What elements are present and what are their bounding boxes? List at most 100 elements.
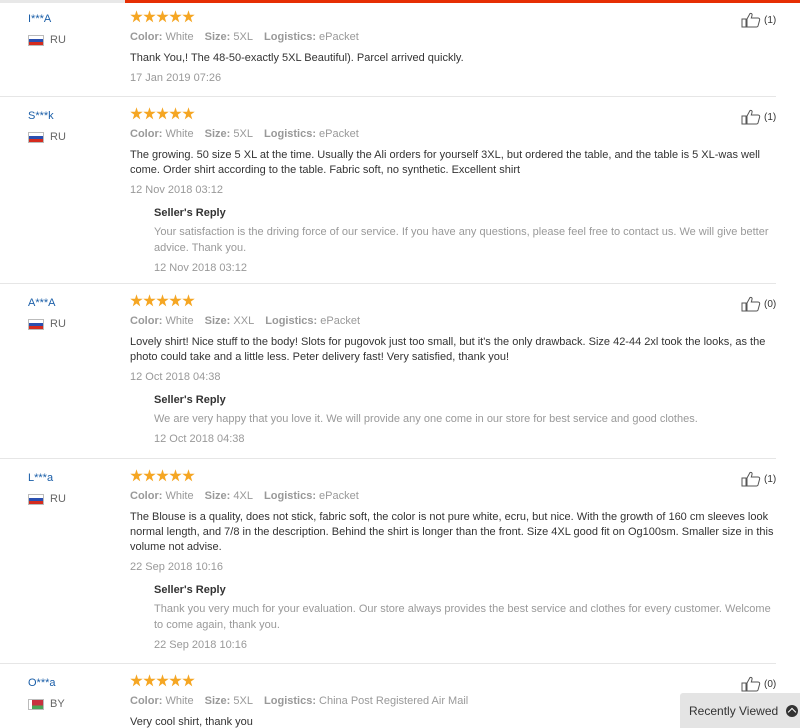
logistics-label: Logistics: (264, 695, 316, 707)
reviewer-name[interactable]: O***a (28, 676, 118, 690)
seller-reply-title: Seller's Reply (154, 207, 226, 219)
star-icon (156, 469, 169, 482)
chevron-up-circle-icon (786, 704, 799, 717)
review-text: The growing. 50 size 5 XL at the time. U… (130, 149, 760, 176)
star-icon (182, 294, 195, 307)
logistics-label: Logistics: (264, 128, 316, 140)
review-text: Lovely shirt! Nice stuff to the body! Sl… (130, 336, 766, 363)
recently-viewed-button[interactable]: Recently Viewed (680, 693, 800, 728)
logistics-label: Logistics: (264, 31, 316, 43)
star-icon (143, 107, 156, 120)
logistics-label: Logistics: (264, 490, 316, 502)
color-value: White (165, 315, 194, 327)
size-label: Size: (204, 695, 231, 707)
color-value: White (165, 31, 194, 43)
review-date: 12 Nov 2018 03:12 (130, 184, 223, 196)
logistics-value: ePacket (319, 490, 359, 502)
star-rating (130, 294, 776, 308)
review-list: I***A RU Color: White Size: 5XL Logistic… (0, 0, 800, 728)
size-label: Size: (204, 31, 231, 43)
star-rating (130, 10, 776, 24)
order-attributes: Color: White Size: 4XL Logistics: ePacke… (130, 489, 776, 503)
country-flag-icon (28, 131, 44, 143)
logistics-value: ePacket (319, 31, 359, 43)
star-icon (182, 469, 195, 482)
star-icon (169, 10, 182, 23)
reviewer-name[interactable]: A***A (28, 296, 118, 310)
size-value: 5XL (233, 695, 253, 707)
reviewer-info: A***A RU (28, 296, 118, 330)
helpful-button[interactable]: (1) (741, 109, 776, 125)
color-value: White (165, 490, 194, 502)
size-value: 4XL (233, 490, 253, 502)
star-icon (143, 294, 156, 307)
reviewer-info: I***A RU (28, 12, 118, 46)
seller-reply-title: Seller's Reply (154, 584, 226, 596)
helpful-button[interactable]: (0) (741, 676, 776, 692)
review-content: Color: White Size: 5XL Logistics: ePacke… (130, 10, 776, 85)
reviewer-name[interactable]: L***a (28, 471, 118, 485)
size-value: XXL (233, 315, 255, 327)
helpful-button[interactable]: (1) (741, 471, 776, 487)
order-attributes: Color: White Size: 5XL Logistics: ePacke… (130, 127, 776, 141)
helpful-count: (0) (764, 298, 777, 310)
star-icon (182, 674, 195, 687)
reviewer-name[interactable]: S***k (28, 109, 118, 123)
reviewer-name[interactable]: I***A (28, 12, 118, 26)
seller-reply-date: 12 Oct 2018 04:38 (154, 433, 245, 445)
helpful-count: (1) (764, 111, 777, 123)
logistics-value: China Post Registered Air Mail (319, 695, 469, 707)
seller-reply: Seller's Reply Your satisfaction is the … (154, 206, 776, 275)
star-icon (169, 107, 182, 120)
reviewer-country: RU (28, 34, 118, 46)
review-item: A***A RU Color: White Size: XXL Logistic… (0, 284, 776, 459)
star-icon (169, 294, 182, 307)
helpful-button[interactable]: (0) (741, 296, 776, 312)
country-code: RU (50, 34, 66, 46)
star-icon (130, 294, 143, 307)
star-icon (130, 674, 143, 687)
star-icon (156, 10, 169, 23)
helpful-count: (1) (764, 14, 777, 26)
star-icon (156, 294, 169, 307)
review-item: I***A RU Color: White Size: 5XL Logistic… (0, 0, 776, 97)
thumbs-up-icon (741, 109, 761, 125)
color-label: Color: (130, 315, 163, 327)
review-date: 12 Oct 2018 04:38 (130, 371, 221, 383)
helpful-button[interactable]: (1) (741, 12, 776, 28)
thumbs-up-icon (741, 296, 761, 312)
size-value: 5XL (233, 31, 253, 43)
thumbs-up-icon (741, 471, 761, 487)
review-content: Color: White Size: 5XL Logistics: ePacke… (130, 107, 776, 275)
review-item: L***a RU Color: White Size: 4XL Logistic… (0, 459, 776, 664)
reviewer-country: RU (28, 493, 118, 505)
order-attributes: Color: White Size: XXL Logistics: ePacke… (130, 314, 776, 328)
logistics-value: ePacket (319, 128, 359, 140)
star-icon (143, 674, 156, 687)
size-label: Size: (204, 315, 231, 327)
helpful-count: (0) (764, 678, 777, 690)
country-code: RU (50, 131, 66, 143)
country-code: RU (50, 318, 66, 330)
star-icon (143, 10, 156, 23)
seller-reply: Seller's Reply Thank you very much for y… (154, 583, 776, 652)
review-content: Color: White Size: XXL Logistics: ePacke… (130, 294, 776, 446)
star-rating (130, 107, 776, 121)
color-label: Color: (130, 695, 163, 707)
country-flag-icon (28, 698, 44, 710)
country-code: BY (50, 698, 65, 710)
star-icon (130, 469, 143, 482)
seller-reply: Seller's Reply We are very happy that yo… (154, 393, 776, 446)
review-date: 17 Jan 2019 07:26 (130, 72, 222, 84)
country-flag-icon (28, 493, 44, 505)
reviewer-country: BY (28, 698, 118, 710)
color-label: Color: (130, 128, 163, 140)
recently-viewed-label: Recently Viewed (689, 703, 779, 718)
country-code: RU (50, 493, 66, 505)
review-item: S***k RU Color: White Size: 5XL Logistic… (0, 97, 776, 284)
thumbs-up-icon (741, 12, 761, 28)
star-icon (156, 107, 169, 120)
size-value: 5XL (233, 128, 253, 140)
seller-reply-date: 12 Nov 2018 03:12 (154, 262, 247, 274)
seller-reply-title: Seller's Reply (154, 394, 226, 406)
